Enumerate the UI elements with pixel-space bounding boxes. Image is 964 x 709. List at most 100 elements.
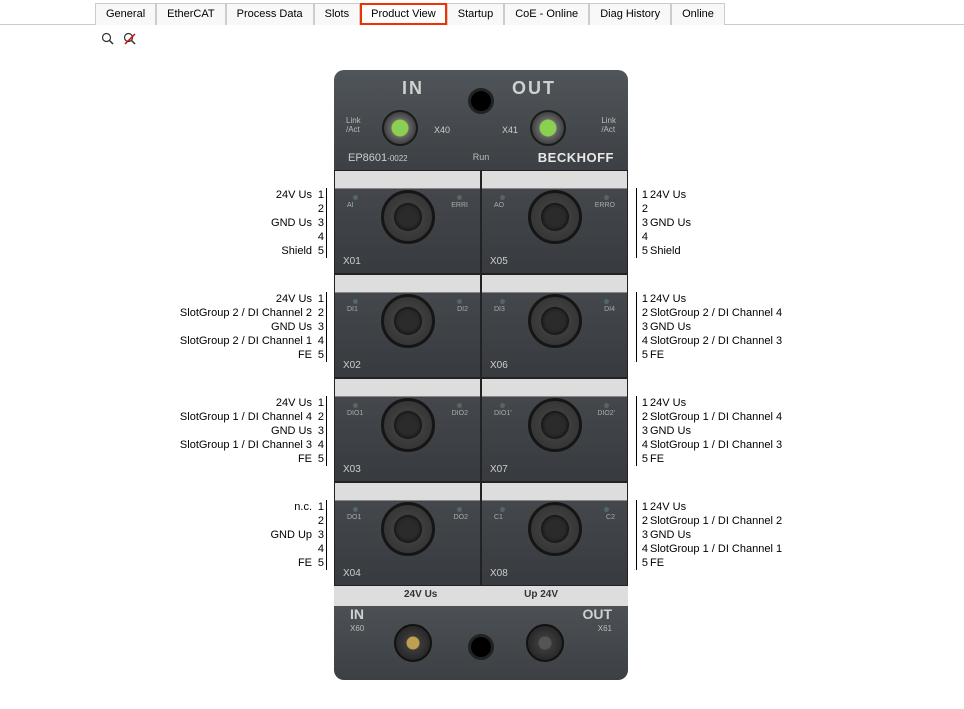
pin-number-label: 4 xyxy=(314,334,324,348)
slot-x05: AOERROX05 xyxy=(481,170,628,274)
pin-signal-label: GND Us xyxy=(650,424,691,438)
pin-number-label: 1 xyxy=(638,396,648,410)
m12-connector-icon xyxy=(381,502,435,556)
led-label: DI1 xyxy=(347,306,358,313)
slot-x07: DIO1' DIO2' X07 xyxy=(481,378,628,482)
mount-hole-icon xyxy=(468,88,494,114)
pin-number-label: 5 xyxy=(638,348,648,362)
pin-signal-label: n.c. xyxy=(294,500,312,514)
pin-number-label: 2 xyxy=(314,306,324,320)
led-label: DIO1 xyxy=(347,410,363,417)
linkact-right-label: Link/Act xyxy=(601,116,616,134)
led-label: DIO2 xyxy=(452,410,468,417)
pin-number-label: 2 xyxy=(638,306,648,320)
footer-out-label: OUT xyxy=(582,606,612,622)
model-label: EP8601-0022 xyxy=(348,152,408,164)
pin-signal-label: Shield xyxy=(281,244,312,258)
tab-diag-history[interactable]: Diag History xyxy=(589,3,671,25)
pin-number-label: 1 xyxy=(314,188,324,202)
pin-signal-label: FE xyxy=(298,348,312,362)
pin-number-label: 4 xyxy=(638,542,648,556)
pin-number-label: 3 xyxy=(638,424,648,438)
footer-24v-us-label: 24V Us xyxy=(404,589,437,600)
pin-signal-label: SlotGroup 2 / DI Channel 1 xyxy=(180,334,312,348)
device-footer: 24V Us Up 24V IN X60 OUT X61 xyxy=(334,586,628,680)
pin-number-label: 2 xyxy=(314,410,324,424)
led-label: AI xyxy=(347,202,354,209)
led-label: ERRO xyxy=(595,202,615,209)
slot-name-label: X06 xyxy=(490,360,508,371)
m12-connector-icon xyxy=(381,398,435,452)
led-label: DO2 xyxy=(454,514,468,521)
pin-signal-label: SlotGroup 1 / DI Channel 4 xyxy=(180,410,312,424)
power-connector-x60 xyxy=(394,624,432,662)
pin-signal-label: SlotGroup 2 / DI Channel 3 xyxy=(650,334,782,348)
pin-number-label: 4 xyxy=(314,230,324,244)
pin-number-label: 1 xyxy=(314,292,324,306)
m12-connector-icon xyxy=(381,294,435,348)
pin-number-label: 3 xyxy=(314,320,324,334)
footer-up24v-label: Up 24V xyxy=(524,589,558,600)
pin-number-label: 4 xyxy=(638,230,648,244)
tab-slots[interactable]: Slots xyxy=(314,3,360,25)
pin-signal-label: 24V Us xyxy=(276,396,312,410)
header-out-label: OUT xyxy=(512,78,556,99)
pin-number-label: 5 xyxy=(314,556,324,570)
x60-label: X60 xyxy=(350,624,364,633)
header-in-label: IN xyxy=(402,78,424,99)
pin-number-label: 3 xyxy=(638,216,648,230)
pin-signal-label: 24V Us xyxy=(650,500,686,514)
pin-number-label: 3 xyxy=(638,320,648,334)
x61-label: X61 xyxy=(598,624,612,633)
led-label: DIO2' xyxy=(597,410,615,417)
slot-name-label: X07 xyxy=(490,464,508,475)
led-label: DI2 xyxy=(457,306,468,313)
m12-connector-icon xyxy=(528,190,582,244)
pin-signal-label: SlotGroup 2 / DI Channel 2 xyxy=(180,306,312,320)
pin-number-label: 5 xyxy=(638,244,648,258)
product-view-canvas: 24V Us GND Us Shield 24V Us SlotGroup 2 / DI… xyxy=(0,60,964,709)
pin-signal-label: GND Us xyxy=(650,216,691,230)
zoom-in-icon[interactable] xyxy=(100,31,116,47)
pin-number-label: 4 xyxy=(314,438,324,452)
tab-startup[interactable]: Startup xyxy=(447,3,504,25)
pin-number-label: 2 xyxy=(638,514,648,528)
pin-signal-label: GND Us xyxy=(650,528,691,542)
tab-product-view[interactable]: Product View xyxy=(360,3,447,25)
pin-number-label: 3 xyxy=(314,216,324,230)
pin-signal-label: SlotGroup 2 / DI Channel 4 xyxy=(650,306,782,320)
brand-label: BECKHOFF xyxy=(538,150,614,165)
tab-general[interactable]: General xyxy=(95,3,156,25)
pin-signal-label: FE xyxy=(650,452,664,466)
slot-x06: DI3DI4X06 xyxy=(481,274,628,378)
tab-process-data[interactable]: Process Data xyxy=(226,3,314,25)
slot-name-label: X05 xyxy=(490,256,508,267)
pin-signal-label: FE xyxy=(298,556,312,570)
pin-signal-label: SlotGroup 1 / DI Channel 4 xyxy=(650,410,782,424)
run-label: Run xyxy=(473,152,490,162)
pin-signal-label: SlotGroup 1 / DI Channel 3 xyxy=(180,438,312,452)
slot-x01: AIERRIX01 xyxy=(334,170,481,274)
slot-x08: C1C2X08 xyxy=(481,482,628,586)
m12-connector-icon xyxy=(528,502,582,556)
pin-number-label: 5 xyxy=(314,348,324,362)
pin-signal-label: GND Us xyxy=(271,320,312,334)
toolbar xyxy=(0,25,964,47)
pin-number-label: 4 xyxy=(638,334,648,348)
footer-in-label: IN xyxy=(350,606,364,622)
tab-online[interactable]: Online xyxy=(671,3,725,25)
pin-signal-label: SlotGroup 1 / DI Channel 2 xyxy=(650,514,782,528)
led-label: DIO1' xyxy=(494,410,512,417)
pin-signal-label: Shield xyxy=(650,244,681,258)
m12-connector-icon xyxy=(528,398,582,452)
pin-signal-label: FE xyxy=(650,348,664,362)
pin-signal-label: 24V Us xyxy=(276,188,312,202)
mount-hole-icon xyxy=(468,634,494,660)
tab-coe-online[interactable]: CoE - Online xyxy=(504,3,589,25)
pin-number-label: 3 xyxy=(638,528,648,542)
tab-ethercat[interactable]: EtherCAT xyxy=(156,3,225,25)
zoom-reset-icon[interactable] xyxy=(122,31,138,47)
led-label: C1 xyxy=(494,514,503,521)
slot-x03: DIO1DIO2X03 xyxy=(334,378,481,482)
pin-signal-label: GND Us xyxy=(271,424,312,438)
